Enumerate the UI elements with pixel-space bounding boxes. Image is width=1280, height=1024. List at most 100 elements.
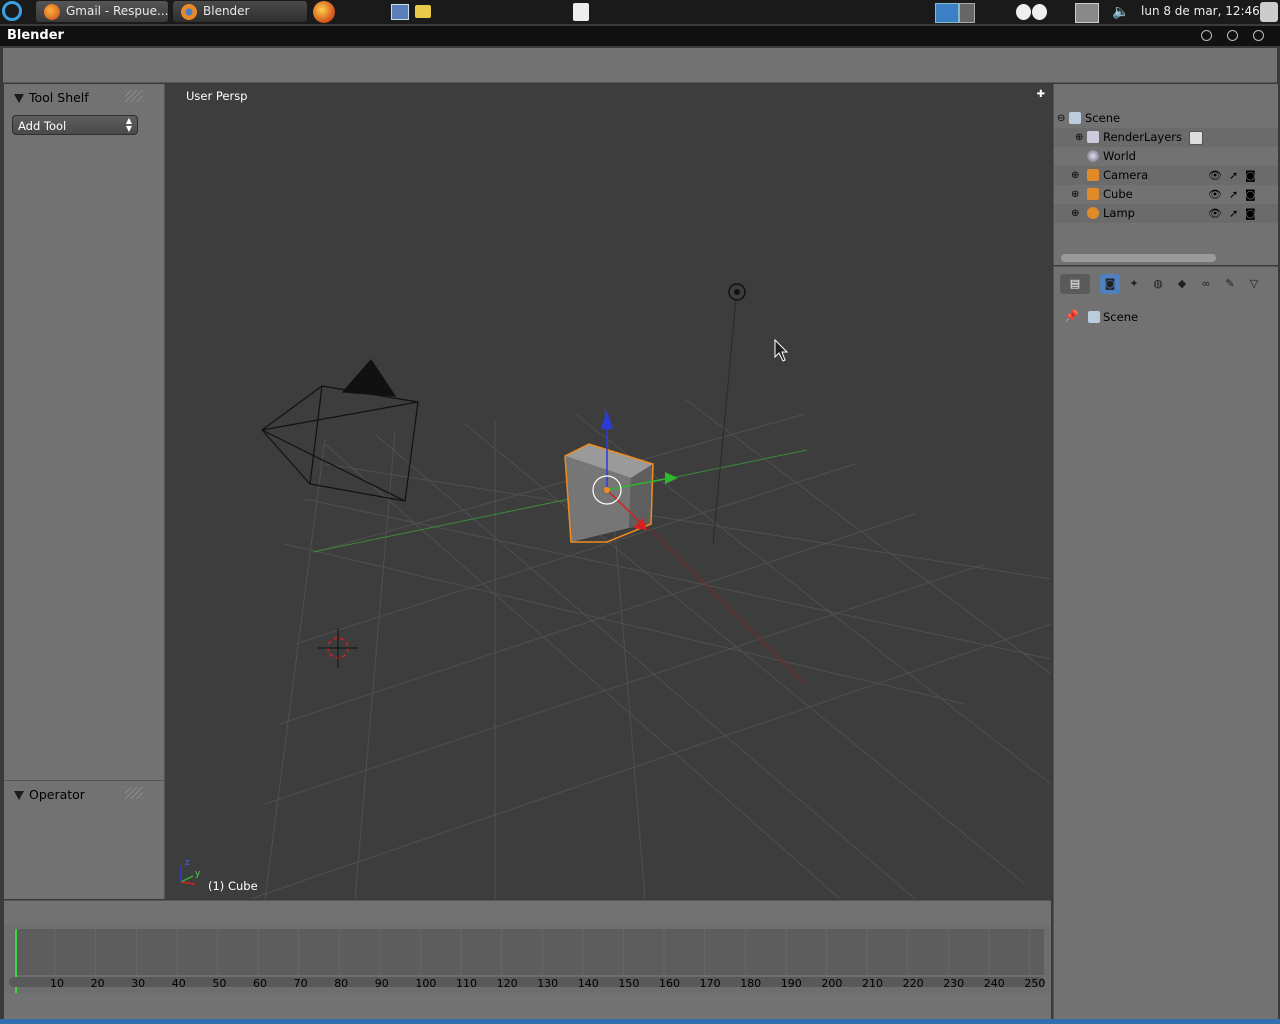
- timeline-tick-label: 50: [212, 977, 227, 990]
- x-axis-line: [624, 503, 806, 685]
- timeline-tick-label: 100: [415, 977, 437, 990]
- outliner-row-renderlayers[interactable]: ⊕ RenderLayers: [1054, 128, 1278, 147]
- visibility-eye-icon[interactable]: 👁: [1208, 204, 1222, 223]
- collapse-triangle-icon: [14, 791, 24, 800]
- tool-shelf-title: Tool Shelf: [29, 90, 89, 105]
- 3d-viewport[interactable]: User Persp ✚ z y (1) Cube: [165, 84, 1051, 899]
- mail-launcher-icon[interactable]: [391, 4, 409, 20]
- task-blender-label: Blender: [203, 4, 250, 18]
- timeline-tick-label: 80: [334, 977, 349, 990]
- select-arrow-icon[interactable]: ➚: [1229, 185, 1238, 204]
- object-tab-icon[interactable]: ◆: [1172, 274, 1192, 294]
- world-icon: [1087, 150, 1099, 162]
- timeline-scrollbar[interactable]: [9, 977, 1045, 987]
- firefox-launcher-icon[interactable]: [313, 1, 335, 23]
- timeline[interactable]: 10 20 30 40 50 60 70 80 90 100 110 120 130 140 150 160 1…: [4, 925, 1051, 1019]
- workspace-2[interactable]: [959, 3, 975, 23]
- camera-object: [261, 359, 419, 502]
- window-titlebar: Blender: [0, 26, 1280, 46]
- mesh-icon: [1087, 188, 1099, 200]
- timeline-area[interactable]: [14, 929, 1044, 975]
- minimize-button[interactable]: [1201, 30, 1212, 41]
- outliner-item-label: RenderLayers: [1103, 130, 1182, 144]
- os-taskbar: Gmail - Respue... Blender 🔈 lun 8 de mar…: [0, 0, 1280, 24]
- outliner-item-label: Scene: [1085, 111, 1121, 125]
- renderlayers-icon: [1087, 131, 1099, 143]
- clock[interactable]: lun 8 de mar, 12:46: [1141, 0, 1260, 24]
- usb-icon[interactable]: [573, 3, 589, 21]
- app-menu-icon[interactable]: [2, 1, 22, 21]
- select-arrow-icon[interactable]: ➚: [1229, 204, 1238, 223]
- workspace-1[interactable]: [935, 3, 959, 23]
- render-tab-icon[interactable]: ◙: [1100, 274, 1120, 294]
- viewport-scene: [180, 283, 1051, 899]
- add-tool-label: Add Tool: [18, 119, 67, 133]
- outliner-item-label: Cube: [1103, 187, 1133, 201]
- expand-icon[interactable]: ⊕: [1071, 185, 1079, 204]
- task-blender[interactable]: Blender: [173, 1, 307, 22]
- render-camera-icon[interactable]: ◙: [1245, 185, 1256, 204]
- expand-icon[interactable]: ⊕: [1075, 128, 1083, 147]
- timeline-tick-label: 170: [699, 977, 721, 990]
- collapse-icon[interactable]: ⊖: [1057, 109, 1065, 128]
- select-arrow-icon[interactable]: ➚: [1229, 166, 1238, 185]
- outliner-item-label: World: [1103, 149, 1136, 163]
- blender-icon: [181, 4, 197, 20]
- timeline-tick-label: 70: [293, 977, 308, 990]
- panel-grip-icon[interactable]: [125, 90, 143, 102]
- outliner-row-scene[interactable]: ⊖ Scene: [1054, 109, 1278, 128]
- outliner-scrollbar[interactable]: [1061, 254, 1216, 262]
- collapse-triangle-icon: [14, 94, 24, 103]
- timeline-tick-label: 130: [537, 977, 559, 990]
- folder-launcher-icon[interactable]: [415, 5, 431, 18]
- visibility-eye-icon[interactable]: 👁: [1208, 185, 1222, 204]
- render-camera-icon[interactable]: ◙: [1245, 166, 1256, 185]
- tool-shelf-header[interactable]: Tool Shelf: [14, 90, 89, 105]
- context-label: Scene: [1103, 310, 1139, 324]
- window-title: Blender: [7, 28, 64, 43]
- volume-icon[interactable]: 🔈: [1112, 4, 1129, 20]
- expand-icon[interactable]: ⊕: [1071, 204, 1079, 223]
- expand-icon[interactable]: ⊕: [1071, 166, 1079, 185]
- outliner-row-world[interactable]: World: [1054, 147, 1278, 166]
- timeline-tick-label: 120: [496, 977, 518, 990]
- outliner-item-label: Lamp: [1103, 206, 1135, 220]
- data-tab-icon[interactable]: ▽: [1244, 274, 1264, 294]
- timeline-header: [4, 993, 1051, 1019]
- add-tool-dropdown[interactable]: Add Tool ▲ ▼: [12, 115, 138, 135]
- bottom-border: [0, 1019, 1280, 1024]
- modifiers-tab-icon[interactable]: ✎: [1220, 274, 1240, 294]
- viewport-plus-icon[interactable]: ✚: [1037, 89, 1045, 100]
- renderlayer-data-icon: [1189, 131, 1203, 145]
- visibility-eye-icon[interactable]: 👁: [1208, 166, 1222, 185]
- panel-grip-icon[interactable]: [125, 787, 143, 799]
- operator-title: Operator: [29, 787, 85, 802]
- outliner-row-lamp[interactable]: ⊕ Lamp 👁 ➚ ◙: [1054, 204, 1278, 223]
- constraints-tab-icon[interactable]: ∞: [1196, 274, 1216, 294]
- world-tab-icon[interactable]: ◍: [1148, 274, 1168, 294]
- maximize-button[interactable]: [1227, 30, 1238, 41]
- properties-header: ▤ ◙ ✦ ◍ ◆ ∞ ✎ ▽: [1053, 266, 1278, 303]
- properties-editor: 📌 Scene: [1053, 303, 1278, 1019]
- scene-tab-icon[interactable]: ✦: [1124, 274, 1144, 294]
- render-camera-icon[interactable]: ◙: [1245, 204, 1256, 223]
- outliner-row-camera[interactable]: ⊕ Camera 👁 ➚ ◙: [1054, 166, 1278, 185]
- close-button[interactable]: [1253, 30, 1264, 41]
- user-icon[interactable]: [1260, 2, 1278, 22]
- timeline-tick-label: 180: [740, 977, 762, 990]
- timeline-tick-label: 60: [253, 977, 267, 990]
- 3d-cursor-icon: [318, 628, 358, 668]
- editor-type-button[interactable]: ▤: [1060, 274, 1090, 294]
- camera-icon: [1087, 169, 1099, 181]
- timeline-tick-label: 10: [50, 977, 64, 990]
- operator-panel: Operator: [4, 780, 164, 900]
- axis-y-label: y: [195, 869, 201, 879]
- timeline-tick-label: 140: [577, 977, 599, 990]
- task-gmail[interactable]: Gmail - Respue...: [36, 1, 168, 22]
- active-object-label: (1) Cube: [208, 879, 258, 893]
- network-icon[interactable]: [1075, 3, 1099, 23]
- axis-z-label: z: [185, 858, 190, 868]
- pin-icon[interactable]: 📌: [1064, 309, 1079, 323]
- outliner-row-cube[interactable]: ⊕ Cube 👁 ➚ ◙: [1054, 185, 1278, 204]
- operator-header[interactable]: Operator: [14, 787, 85, 802]
